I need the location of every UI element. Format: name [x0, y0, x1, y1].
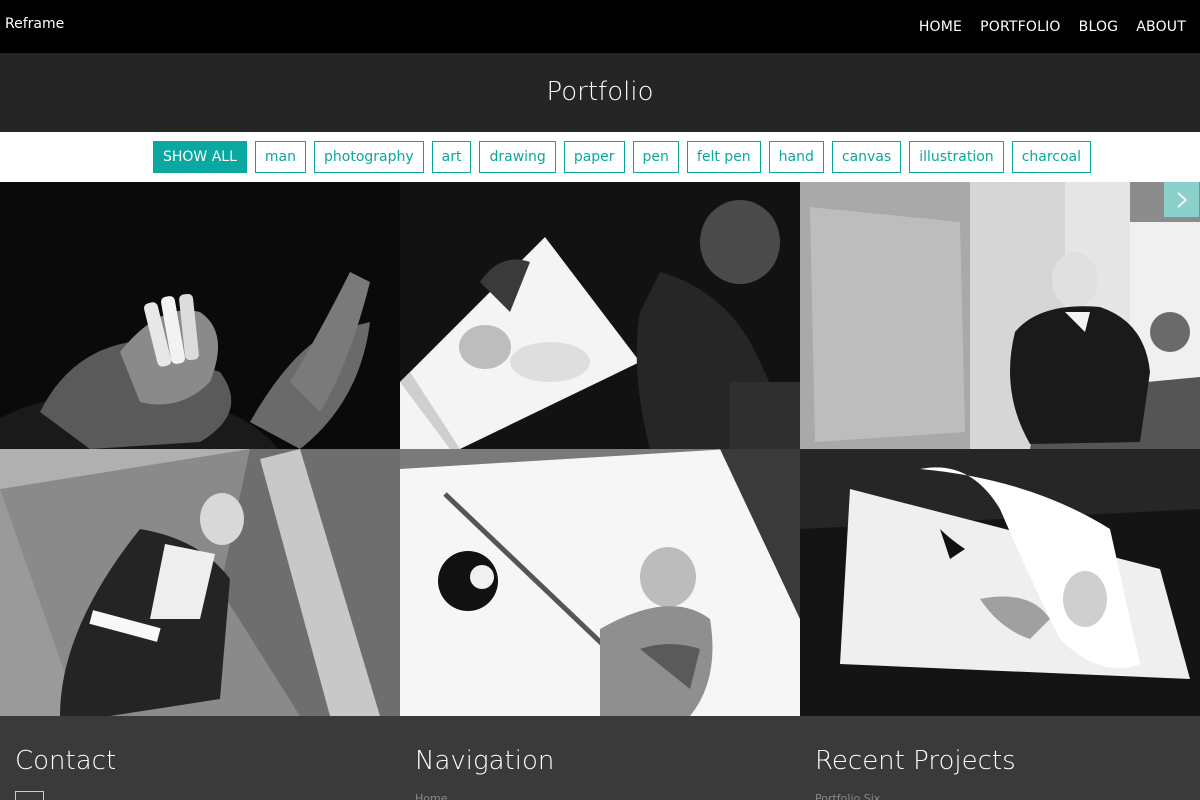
photo-man-leaning [0, 449, 400, 716]
nav-blog[interactable]: BLOG [1079, 19, 1119, 35]
portfolio-item[interactable] [0, 449, 400, 716]
portfolio-item[interactable] [400, 182, 800, 449]
nav-home[interactable]: HOME [919, 19, 962, 35]
footer-navigation: Navigation Home [415, 746, 555, 800]
portfolio-item[interactable] [0, 182, 400, 449]
filter-list: SHOW ALL man photography art drawing pap… [153, 141, 1092, 173]
nav-about[interactable]: ABOUT [1136, 19, 1186, 35]
filter-paper[interactable]: paper [563, 141, 625, 173]
filter-illustration[interactable]: illustration [909, 141, 1004, 173]
photo-sketching [400, 182, 800, 449]
title-band: Portfolio [0, 53, 1200, 132]
filter-pen[interactable]: pen [632, 141, 679, 173]
footer-recent-title: Recent Projects [815, 746, 1016, 776]
portfolio-grid [0, 182, 1200, 716]
page-title: Portfolio [546, 77, 654, 107]
top-navbar: Reframe HOME PORTFOLIO BLOG ABOUT [0, 0, 1200, 53]
photo-man-building [800, 182, 1200, 449]
filter-drawing[interactable]: drawing [479, 141, 556, 173]
filter-bar: SHOW ALL man photography art drawing pap… [0, 132, 1200, 182]
contact-input[interactable] [15, 791, 44, 800]
portfolio-item[interactable] [800, 449, 1200, 716]
filter-canvas[interactable]: canvas [831, 141, 902, 173]
footer-recent-link[interactable]: Portfolio Six [815, 792, 880, 800]
brand-logo[interactable]: Reframe [5, 16, 64, 32]
gallery-next-button[interactable] [1164, 182, 1199, 217]
filter-charcoal[interactable]: charcoal [1011, 141, 1092, 173]
footer-contact-title: Contact [15, 746, 117, 776]
filter-photography[interactable]: photography [314, 141, 424, 173]
footer: Contact Navigation Home Recent Projects … [0, 716, 1200, 800]
filter-art[interactable]: art [431, 141, 472, 173]
footer-contact: Contact [15, 746, 116, 776]
photo-hands-pens [0, 182, 400, 449]
footer-recent: Recent Projects Portfolio Six [815, 746, 1016, 800]
photo-billiards-drawing [400, 449, 800, 716]
photo-sketchbook [800, 449, 1200, 716]
nav-portfolio[interactable]: PORTFOLIO [980, 19, 1061, 35]
filter-man[interactable]: man [254, 141, 306, 173]
main-nav: HOME PORTFOLIO BLOG ABOUT [919, 19, 1186, 35]
footer-navigation-title: Navigation [415, 746, 555, 776]
filter-hand[interactable]: hand [768, 141, 824, 173]
chevron-right-icon [1176, 191, 1187, 208]
portfolio-item[interactable] [400, 449, 800, 716]
filter-felt-pen[interactable]: felt pen [686, 141, 761, 173]
portfolio-item[interactable] [800, 182, 1200, 449]
filter-show-all[interactable]: SHOW ALL [153, 141, 247, 173]
footer-nav-link[interactable]: Home [415, 792, 447, 800]
